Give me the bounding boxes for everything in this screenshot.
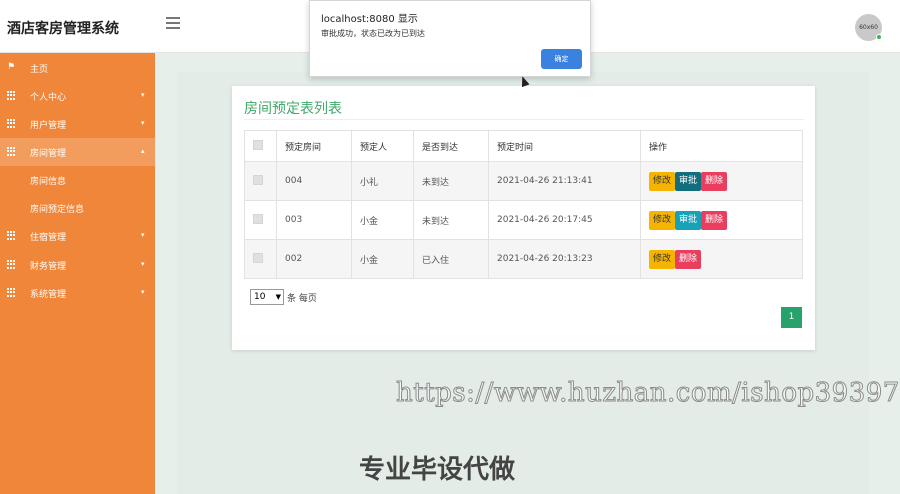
caret-down-icon: ▾ — [141, 91, 145, 99]
column-header: 预定时间 — [488, 130, 641, 162]
column-header: 预定房间 — [276, 130, 352, 162]
room-cell: 002 — [276, 239, 352, 279]
page-title: 房间预定表列表 — [244, 101, 342, 117]
person-cell: 小礼 — [351, 161, 414, 201]
time-cell: 2021-04-26 20:13:23 — [488, 239, 641, 279]
sidebar-item-system[interactable]: 系统管理 ▾ — [0, 279, 155, 307]
dialog-message: 审批成功，状态已改为已到达 — [321, 29, 425, 38]
actions-cell: 修改 审批 删除 — [640, 161, 803, 201]
sidebar-item-label: 财务管理 — [30, 262, 67, 272]
page-size-label: 条 每页 — [287, 294, 317, 304]
sidebar-item-users[interactable]: 用户管理 ▾ — [0, 110, 155, 138]
online-status-dot — [876, 34, 882, 40]
approve-button[interactable]: 审批 — [675, 210, 702, 230]
caret-down-icon: ▾ — [141, 231, 145, 239]
delete-button[interactable]: 删除 — [675, 249, 702, 269]
row-select-cell — [244, 161, 277, 201]
booking-list-card: 房间预定表列表 预定房间 预定人 是否到达 预定时间 操作 004 小礼 未到达… — [232, 86, 815, 350]
delete-button[interactable]: 删除 — [701, 171, 728, 191]
caret-down-icon: ▾ — [141, 260, 145, 268]
column-header: 操作 — [640, 130, 803, 162]
watermark-promo: 专业毕设代做 — [359, 455, 516, 485]
app-title: 酒店客房管理系统 — [7, 21, 119, 37]
sidebar-subitem-room-info[interactable]: 房间信息 — [0, 166, 155, 194]
sidebar-subitem-room-booking[interactable]: 房间预定信息 — [0, 194, 155, 222]
caret-down-icon: ▾ — [141, 119, 145, 127]
caret-down-icon: ▾ — [141, 288, 145, 296]
room-cell: 004 — [276, 161, 352, 201]
sidebar-item-home[interactable]: ⚑ 主页 — [0, 54, 155, 82]
menu-toggle-icon[interactable] — [166, 17, 180, 29]
sidebar-subitem-label: 房间信息 — [30, 177, 67, 187]
table-header-row: 预定房间 预定人 是否到达 预定时间 操作 — [244, 130, 803, 162]
page-size-value: 10 — [254, 292, 266, 302]
actions-cell: 修改 审批 删除 — [640, 200, 803, 240]
alert-dialog: localhost:8080 显示 审批成功，状态已改为已到达 确定 — [309, 0, 591, 77]
table-row: 004 小礼 未到达 2021-04-26 21:13:41 修改 审批 删除 — [244, 161, 803, 201]
grid-icon — [7, 260, 16, 269]
grid-icon — [7, 91, 16, 100]
sidebar-item-lodging[interactable]: 住宿管理 ▾ — [0, 222, 155, 250]
sidebar-item-label: 主页 — [30, 65, 49, 75]
edit-button[interactable]: 修改 — [649, 210, 676, 230]
sidebar-item-finance[interactable]: 财务管理 ▾ — [0, 251, 155, 279]
grid-icon — [7, 147, 16, 156]
time-cell: 2021-04-26 20:17:45 — [488, 200, 641, 240]
page-size-select[interactable]: 10 ▼ — [250, 289, 284, 305]
person-cell: 小金 — [351, 200, 414, 240]
column-header: 是否到达 — [413, 130, 489, 162]
column-header: 预定人 — [351, 130, 414, 162]
sidebar-item-label: 用户管理 — [30, 121, 67, 131]
sidebar-item-label: 房间管理 — [30, 149, 67, 159]
dialog-ok-button[interactable]: 确定 — [541, 49, 582, 69]
row-checkbox[interactable] — [253, 174, 263, 185]
status-cell: 已入住 — [413, 239, 489, 279]
edit-button[interactable]: 修改 — [649, 171, 676, 191]
sidebar-subitem-label: 房间预定信息 — [30, 205, 85, 215]
page-1-button[interactable]: 1 — [781, 307, 802, 328]
dialog-title: localhost:8080 显示 — [321, 14, 418, 25]
sidebar: ⚑ 主页 个人中心 ▾ 用户管理 ▾ 房间管理 ▴ 房间信息 房间预定信息 住宿… — [0, 53, 155, 494]
status-cell: 未到达 — [413, 200, 489, 240]
divider — [244, 119, 804, 120]
grid-icon — [7, 288, 16, 297]
row-select-cell — [244, 200, 277, 240]
sidebar-item-rooms[interactable]: 房间管理 ▴ — [0, 138, 155, 166]
sidebar-item-label: 系统管理 — [30, 290, 67, 300]
flag-icon: ⚑ — [7, 62, 16, 72]
row-checkbox[interactable] — [253, 252, 263, 263]
edit-button[interactable]: 修改 — [649, 249, 676, 269]
grid-icon — [7, 231, 16, 240]
table-row: 003 小金 未到达 2021-04-26 20:17:45 修改 审批 删除 — [244, 200, 803, 240]
caret-up-icon: ▴ — [141, 147, 145, 155]
approve-button[interactable]: 审批 — [675, 171, 702, 191]
row-select-cell — [244, 239, 277, 279]
sidebar-item-profile[interactable]: 个人中心 ▾ — [0, 82, 155, 110]
select-all-checkbox[interactable] — [253, 139, 263, 150]
status-cell: 未到达 — [413, 161, 489, 201]
table-row: 002 小金 已入住 2021-04-26 20:13:23 修改 删除 — [244, 239, 803, 279]
time-cell: 2021-04-26 21:13:41 — [488, 161, 641, 201]
person-cell: 小金 — [351, 239, 414, 279]
booking-table: 预定房间 预定人 是否到达 预定时间 操作 004 小礼 未到达 2021-04… — [244, 130, 803, 279]
room-cell: 003 — [276, 200, 352, 240]
watermark-url: https://www.huzhan.com/ishop39397 — [396, 378, 900, 409]
delete-button[interactable]: 删除 — [701, 210, 728, 230]
row-checkbox[interactable] — [253, 213, 263, 224]
grid-icon — [7, 119, 16, 128]
actions-cell: 修改 删除 — [640, 239, 803, 279]
sidebar-item-label: 个人中心 — [30, 93, 67, 103]
sidebar-item-label: 住宿管理 — [30, 233, 67, 243]
chevron-down-icon: ▼ — [275, 293, 281, 301]
select-all-cell — [244, 130, 277, 162]
